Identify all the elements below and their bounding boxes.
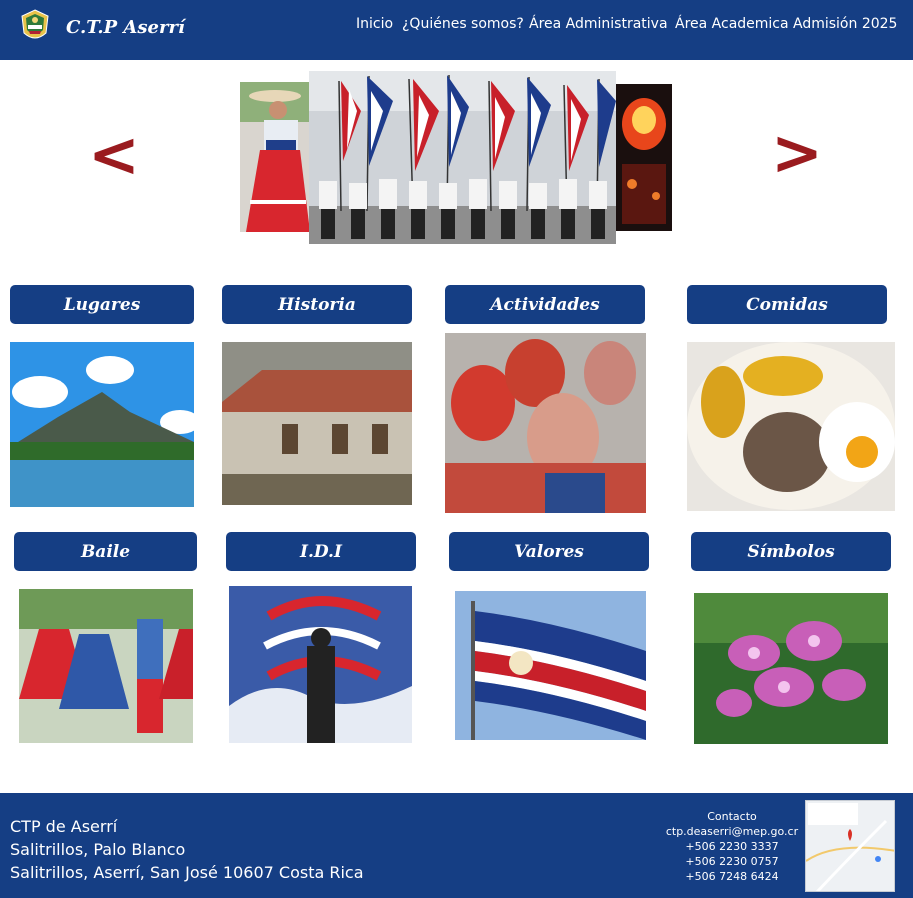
site-header: C.T.P Aserrí Inicio ¿Quiénes somos? Área… [0, 0, 913, 60]
school-logo-icon[interactable] [19, 8, 51, 44]
nav-area-academica[interactable]: Área Academica [675, 16, 789, 32]
footer-address: CTP de Aserrí Salitrillos, Palo Blanco S… [10, 815, 364, 884]
category-image-valores[interactable] [455, 591, 646, 740]
footer-address-line: CTP de Aserrí [10, 817, 118, 836]
category-button-baile[interactable]: Baile [14, 532, 197, 571]
category-button-lugares[interactable]: Lugares [10, 285, 194, 324]
carousel-next-icon[interactable]: > [771, 122, 823, 184]
category-button-idi[interactable]: I.D.I [226, 532, 416, 571]
nav-inicio[interactable]: Inicio [356, 16, 393, 32]
site-footer: CTP de Aserrí Salitrillos, Palo Blanco S… [0, 793, 913, 898]
nav-area-administrativa[interactable]: Área Administrativa [529, 16, 668, 32]
category-button-comidas[interactable]: Comidas [687, 285, 887, 324]
nav-quienes-somos[interactable]: ¿Quiénes somos? [402, 16, 524, 32]
category-button-historia[interactable]: Historia [222, 285, 412, 324]
carousel-photo-lantern-night [616, 84, 672, 231]
contact-email[interactable]: ctp.deaserri@mep.go.cr [640, 824, 824, 839]
category-image-idi[interactable] [229, 586, 412, 743]
category-image-lugares[interactable] [10, 342, 194, 507]
contact-title: Contacto [707, 810, 757, 823]
category-image-simbolos[interactable] [694, 593, 888, 744]
carousel-prev-icon[interactable]: < [88, 124, 140, 186]
category-button-valores[interactable]: Valores [449, 532, 649, 571]
category-image-actividades[interactable] [445, 333, 646, 513]
carousel-photo-parade [309, 71, 616, 244]
carousel-photo-folk-dancer [240, 82, 310, 232]
site-title[interactable]: C.T.P Aserrí [66, 17, 185, 38]
location-map[interactable] [805, 800, 895, 892]
footer-contact: Contacto ctp.deaserri@mep.go.cr +506 223… [640, 809, 824, 884]
category-button-actividades[interactable]: Actividades [445, 285, 645, 324]
category-image-historia[interactable] [222, 342, 412, 505]
contact-phone[interactable]: +506 2230 0757 [640, 854, 824, 869]
contact-phone[interactable]: +506 2230 3337 [640, 839, 824, 854]
footer-address-line: Salitrillos, Palo Blanco [10, 840, 186, 859]
category-image-comidas[interactable] [687, 342, 895, 511]
category-button-simbolos[interactable]: Símbolos [691, 532, 891, 571]
contact-phone[interactable]: +506 7248 6424 [640, 869, 824, 884]
nav-admision[interactable]: Admisión 2025 [793, 16, 897, 32]
footer-address-line: Salitrillos, Aserrí, San José 10607 Cost… [10, 863, 364, 882]
category-image-baile[interactable] [19, 589, 193, 743]
